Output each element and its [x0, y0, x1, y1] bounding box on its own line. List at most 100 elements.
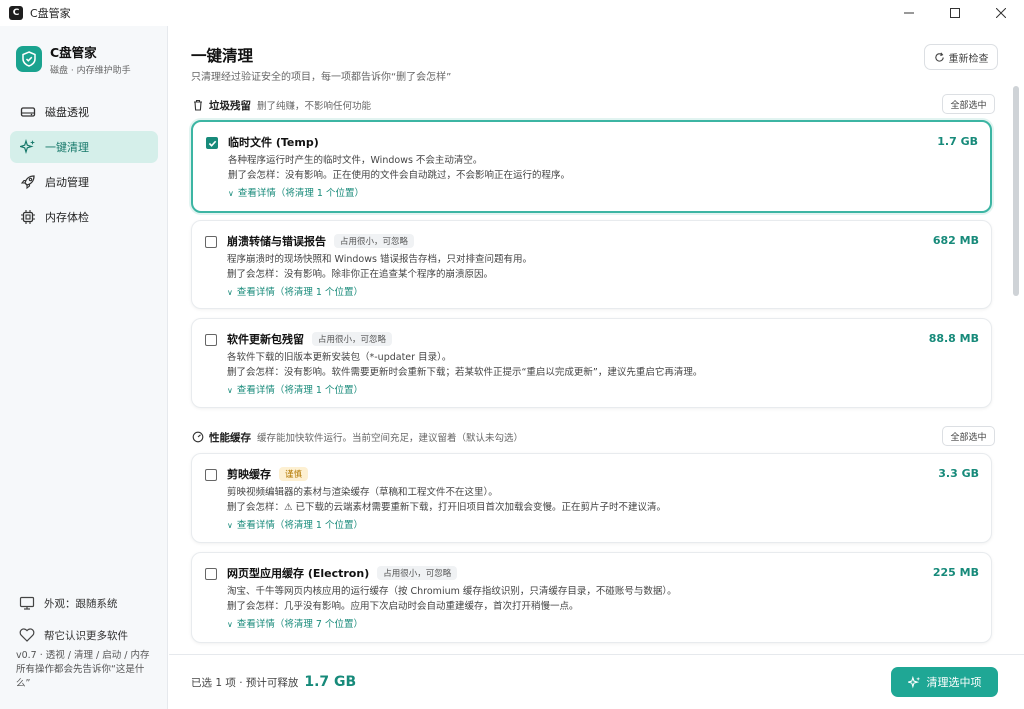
chip-icon	[19, 208, 37, 226]
item-description: 程序崩溃时的现场快照和 Windows 错误报告存档，只对排查问题有用。	[227, 254, 532, 265]
item-description: 淘宝、千牛等网页内核应用的运行缓存（按 Chromium 缓存指纹识别，只清缓存…	[227, 586, 677, 597]
minimize-button[interactable]	[886, 0, 932, 26]
item-details-toggle[interactable]: ∨ 查看详情（将清理 7 个位置）	[227, 617, 881, 632]
clean-item-card[interactable]: 临时文件 (Temp) 各种程序运行时产生的临时文件，Windows 不会主动清…	[191, 120, 992, 213]
appearance-label: 外观：跟随系统	[44, 597, 118, 610]
item-size: 682 MB	[932, 234, 979, 247]
item-title: 网页型应用缓存 (Electron)	[227, 567, 370, 580]
item-checkbox[interactable]	[205, 236, 217, 248]
version-line: v0.7 · 透视 / 清理 / 启动 / 内存	[16, 650, 150, 661]
brand: C盘管家 磁盘 · 内存维护助手	[16, 42, 131, 76]
brand-subtitle: 磁盘 · 内存维护助手	[50, 66, 131, 76]
section-performance-cache: 性能缓存 缓存能加快软件运行。当前空间充足，建议留着（默认未勾选） 全部选中	[191, 426, 995, 448]
minimize-icon	[904, 12, 914, 14]
item-checkbox[interactable]	[205, 334, 217, 346]
sidebar-item-memory[interactable]: 内存体检	[10, 201, 158, 233]
section-title: 性能缓存	[209, 431, 251, 444]
monitor-icon	[18, 594, 36, 612]
chevron-down-icon: ∨	[228, 189, 234, 198]
clean-selected-label: 清理选中项	[926, 676, 982, 689]
item-details-toggle[interactable]: ∨ 查看详情（将清理 1 个位置）	[228, 186, 880, 201]
item-description: 各软件下载的旧版本更新安装包（*-updater 目录）。	[227, 352, 452, 363]
section-desc: 删了纯赚，不影响任何功能	[257, 101, 372, 112]
appearance-toggle[interactable]: 外观：跟随系统	[18, 587, 158, 619]
sparkle-icon	[907, 675, 920, 688]
rescan-label: 重新检查	[948, 53, 989, 65]
scrollbar-thumb[interactable]	[1013, 86, 1019, 296]
page-subtitle: 只清理经过验证安全的项目，每一项都告诉你“删了会怎样”	[191, 72, 452, 83]
item-tag: 占用很小，可忽略	[377, 566, 458, 580]
chevron-down-icon: ∨	[227, 288, 233, 297]
brand-name: C盘管家	[50, 45, 97, 60]
item-checkbox[interactable]	[205, 568, 217, 580]
refresh-icon	[934, 52, 944, 62]
shield-icon	[16, 46, 42, 72]
sparkle-icon	[19, 138, 37, 156]
chevron-down-icon: ∨	[227, 521, 233, 530]
item-title: 崩溃转储与错误报告	[227, 235, 326, 248]
item-size: 225 MB	[932, 566, 979, 579]
page-title: 一键清理	[191, 47, 254, 65]
app-icon: C	[9, 6, 23, 20]
clean-item-card[interactable]: 崩溃转储与错误报告 占用很小，可忽略 程序崩溃时的现场快照和 Windows 错误…	[191, 220, 992, 309]
clean-item-card[interactable]: 剪映缓存 谨慎 剪映视频编辑器的素材与渲染缓存（草稿和工程文件不在这里）。 删了会…	[191, 453, 992, 543]
support-label: 帮它认识更多软件	[44, 629, 128, 642]
selection-summary-text: 已选 1 项 · 预计可释放	[191, 677, 299, 689]
item-impact: 删了会怎样：⚠ 已下载的云端素材需要重新下载，打开旧项目首次加载会变慢。正在剪片…	[227, 502, 667, 513]
sidebar-item-label: 磁盘透视	[45, 106, 89, 119]
item-size: 88.8 MB	[928, 332, 979, 345]
clean-item-card[interactable]: 软件更新包残留 占用很小，可忽略 各软件下载的旧版本更新安装包（*-updater…	[191, 318, 992, 408]
section-title: 垃圾残留	[209, 99, 251, 112]
clean-selected-button[interactable]: 清理选中项	[891, 667, 998, 697]
selection-summary: 已选 1 项 · 预计可释放 1.7 GB	[191, 674, 356, 690]
item-title: 剪映缓存	[227, 468, 271, 481]
item-details-label: 查看详情（将清理 7 个位置）	[236, 619, 363, 630]
item-details-label: 查看详情（将清理 1 个位置）	[237, 188, 364, 199]
close-button[interactable]	[978, 0, 1024, 26]
item-checkbox[interactable]	[205, 469, 217, 481]
maximize-button[interactable]	[932, 0, 978, 26]
item-details-label: 查看详情（将清理 1 个位置）	[236, 287, 363, 298]
disk-icon	[19, 103, 37, 121]
sidebar-item-label: 一键清理	[45, 141, 89, 154]
sidebar-item-label: 启动管理	[45, 176, 89, 189]
gauge-icon	[191, 430, 205, 444]
item-details-label: 查看详情（将清理 1 个位置）	[236, 520, 363, 531]
chevron-down-icon: ∨	[227, 620, 233, 629]
sidebar: C盘管家 磁盘 · 内存维护助手 磁盘透视 一键清理 启动管理 内存体检 外观：…	[0, 26, 168, 709]
item-tag: 占用很小，可忽略	[334, 234, 415, 248]
item-impact: 删了会怎样：没有影响。正在使用的文件会自动跳过，不会影响正在运行的程序。	[228, 170, 571, 181]
rocket-icon	[19, 173, 37, 191]
item-title: 临时文件 (Temp)	[228, 136, 319, 149]
item-description: 各种程序运行时产生的临时文件，Windows 不会主动清空。	[228, 155, 483, 166]
heart-icon	[18, 626, 36, 644]
maximize-icon	[950, 8, 960, 18]
item-tag-caution: 谨慎	[279, 467, 309, 481]
item-details-toggle[interactable]: ∨ 查看详情（将清理 1 个位置）	[227, 518, 881, 533]
check-icon	[208, 140, 216, 147]
support-link[interactable]: 帮它认识更多软件	[18, 619, 158, 651]
item-impact: 删了会怎样：没有影响。软件需要更新时会重新下载；若某软件正提示“重启以完成更新”…	[227, 367, 703, 378]
item-details-toggle[interactable]: ∨ 查看详情（将清理 1 个位置）	[227, 285, 881, 300]
rescan-button[interactable]: 重新检查	[924, 44, 998, 70]
section-desc: 缓存能加快软件运行。当前空间充足，建议留着（默认未勾选）	[257, 433, 524, 444]
select-all-button[interactable]: 全部选中	[942, 94, 995, 114]
sidebar-nav: 磁盘透视 一键清理 启动管理 内存体检	[10, 96, 158, 236]
main-content: 一键清理 只清理经过验证安全的项目，每一项都告诉你“删了会怎样” 重新检查 垃圾…	[169, 26, 1024, 709]
select-all-button[interactable]: 全部选中	[942, 426, 995, 446]
window-title: C盘管家	[30, 7, 71, 20]
item-size: 3.3 GB	[938, 467, 979, 480]
trash-icon	[191, 98, 205, 112]
sidebar-item-startup[interactable]: 启动管理	[10, 166, 158, 198]
sidebar-item-disk[interactable]: 磁盘透视	[10, 96, 158, 128]
item-details-toggle[interactable]: ∨ 查看详情（将清理 1 个位置）	[227, 383, 881, 398]
version-info: v0.7 · 透视 / 清理 / 启动 / 内存 所有操作都会先告诉你“这是什么…	[16, 649, 158, 691]
item-impact: 删了会怎样：没有影响。除非你正在追查某个程序的崩溃原因。	[227, 269, 494, 280]
sidebar-item-label: 内存体检	[45, 211, 89, 224]
clean-item-card[interactable]: 网页型应用缓存 (Electron) 占用很小，可忽略 淘宝、千牛等网页内核应用的…	[191, 552, 992, 643]
item-description: 剪映视频编辑器的素材与渲染缓存（草稿和工程文件不在这里）。	[227, 487, 498, 498]
sidebar-item-clean[interactable]: 一键清理	[10, 131, 158, 163]
version-tagline: 所有操作都会先告诉你“这是什么”	[16, 664, 145, 689]
item-title: 软件更新包残留	[227, 333, 304, 346]
item-checkbox[interactable]	[206, 137, 218, 149]
